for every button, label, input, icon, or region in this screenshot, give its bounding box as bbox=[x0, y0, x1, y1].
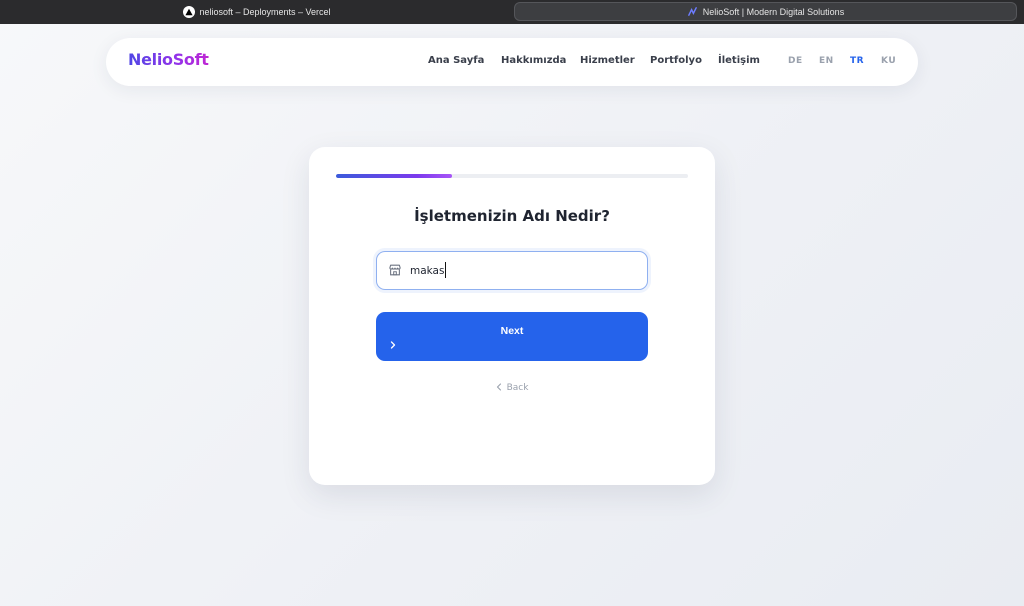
back-link-label: Back bbox=[506, 383, 529, 393]
browser-tab-vercel[interactable]: neliosoft – Deployments – Vercel bbox=[4, 2, 510, 21]
business-name-input[interactable] bbox=[410, 261, 635, 281]
next-button[interactable]: Next bbox=[376, 312, 648, 361]
nav-link-portfolyo[interactable]: Portfolyo bbox=[650, 55, 702, 66]
back-link[interactable]: Back bbox=[309, 383, 715, 393]
progress-bar bbox=[336, 174, 688, 178]
vercel-icon bbox=[183, 5, 196, 18]
chevron-left-icon bbox=[496, 383, 502, 393]
lang-de[interactable]: DE bbox=[788, 56, 803, 66]
nav-link-hakkimizda[interactable]: Hakkımızda bbox=[501, 55, 566, 66]
store-icon bbox=[389, 264, 401, 276]
text-caret bbox=[445, 262, 447, 278]
lang-ku[interactable]: KU bbox=[881, 56, 896, 66]
browser-tab-neliosoft[interactable]: NelioSoft | Modern Digital Solutions bbox=[514, 2, 1017, 21]
nav-link-hizmetler[interactable]: Hizmetler bbox=[580, 55, 635, 66]
chevron-right-icon bbox=[390, 341, 396, 349]
site-navbar: NelioSoft Ana Sayfa Hakkımızda Hizmetler… bbox=[106, 38, 918, 86]
browser-tab-title: neliosoft – Deployments – Vercel bbox=[199, 6, 331, 17]
neliosoft-favicon bbox=[687, 6, 699, 18]
lang-en[interactable]: EN bbox=[819, 56, 834, 66]
next-button-label: Next bbox=[500, 325, 524, 337]
browser-tab-bar: neliosoft – Deployments – Vercel NelioSo… bbox=[0, 0, 1024, 24]
question-title: İşletmenizin Adı Nedir? bbox=[414, 207, 610, 225]
nav-link-ana-sayfa[interactable]: Ana Sayfa bbox=[428, 55, 484, 66]
business-name-field[interactable] bbox=[376, 251, 648, 290]
progress-fill bbox=[336, 174, 453, 178]
onboarding-card: İşletmenizin Adı Nedir? Next Back bbox=[309, 147, 715, 485]
nav-link-iletisim[interactable]: İletişim bbox=[718, 55, 760, 66]
lang-tr[interactable]: TR bbox=[850, 56, 864, 66]
browser-tab-title: NelioSoft | Modern Digital Solutions bbox=[702, 6, 845, 17]
